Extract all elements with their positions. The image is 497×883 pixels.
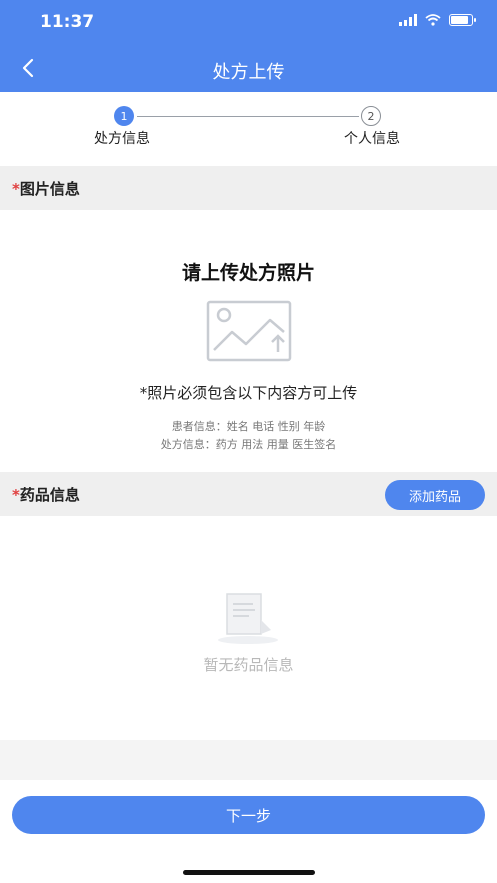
- status-bar: 11:37: [0, 0, 497, 44]
- empty-document-icon: [218, 593, 278, 644]
- section-divider: [0, 740, 497, 780]
- footer: 下一步: [0, 780, 497, 883]
- battery-icon: [449, 14, 476, 26]
- home-indicator: [183, 870, 315, 875]
- drug-section-header: *药品信息 添加药品: [0, 472, 497, 516]
- signal-icon: [399, 14, 417, 26]
- next-step-button[interactable]: 下一步: [12, 796, 485, 834]
- page-title: 处方上传: [212, 62, 285, 83]
- stepper-line: [137, 116, 359, 117]
- header-bar: 11:37 处方上传: [0, 0, 497, 92]
- image-section-title: *图片信息: [12, 180, 80, 198]
- step-2-indicator: 2: [361, 106, 381, 126]
- prescription-info-requirement: 处方信息：药方 用法 用量 医生签名: [160, 438, 337, 451]
- status-time: 11:37: [40, 12, 95, 32]
- upload-photo-button[interactable]: [206, 300, 292, 364]
- image-section-header: *图片信息: [0, 166, 497, 210]
- step-1-indicator: 1: [114, 106, 134, 126]
- photo-requirement-note: *照片必须包含以下内容方可上传: [139, 384, 358, 402]
- status-icons: [399, 14, 476, 26]
- image-upload-icon: [206, 300, 292, 362]
- drug-section-title: *药品信息: [12, 486, 80, 504]
- wifi-icon: [425, 14, 441, 26]
- step-2-label: 个人信息: [344, 131, 400, 147]
- nav-bar: 处方上传: [0, 44, 497, 92]
- image-upload-area: 请上传处方照片 *照片必须包含以下内容方可上传 患者信息：姓名 电话 性别 年龄…: [0, 210, 497, 472]
- drug-list-empty-state: 暂无药品信息: [0, 516, 497, 740]
- step-1-label: 处方信息: [94, 131, 150, 147]
- stepper: 1 2 处方信息 个人信息: [0, 92, 497, 158]
- add-drug-button[interactable]: 添加药品: [385, 480, 485, 510]
- upload-title: 请上传处方照片: [181, 262, 315, 284]
- patient-info-requirement: 患者信息：姓名 电话 性别 年龄: [171, 420, 326, 433]
- empty-drug-text: 暂无药品信息: [203, 656, 294, 674]
